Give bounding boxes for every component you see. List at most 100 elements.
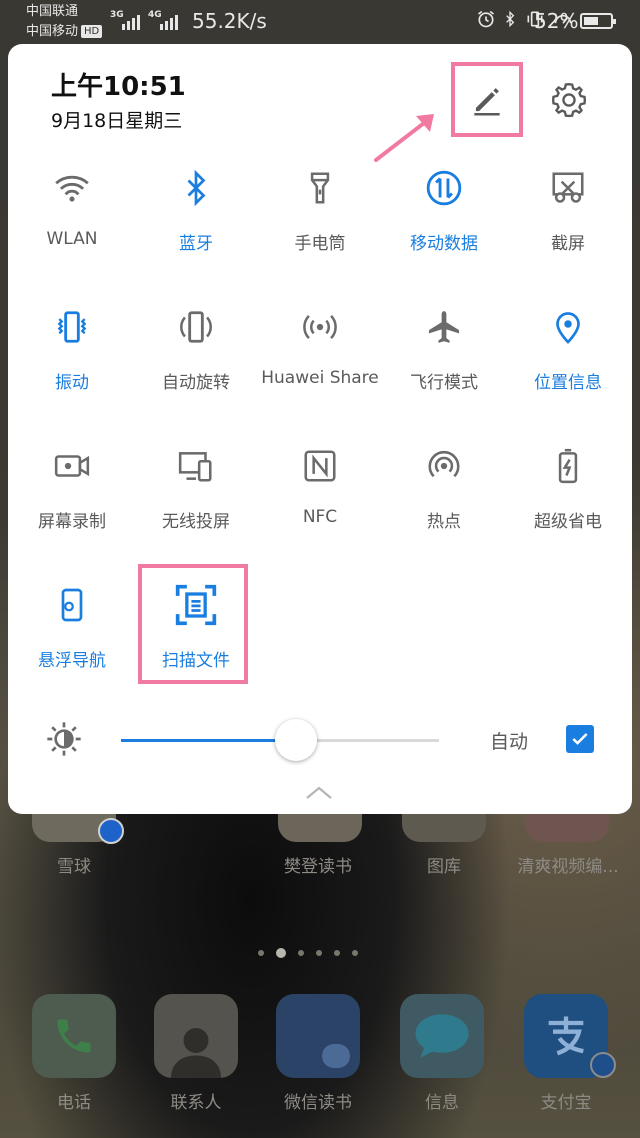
hotspot-icon	[422, 444, 466, 488]
app-label: 电话	[57, 1093, 91, 1113]
tile-label: 位置信息	[534, 373, 602, 393]
bluetooth-icon	[506, 10, 515, 28]
app-icon-partial	[278, 812, 362, 842]
tile-bluetooth[interactable]: 蓝牙	[134, 166, 258, 305]
tile-screenshot[interactable]: 截屏	[506, 166, 630, 305]
floating-nav-icon	[50, 583, 94, 627]
tile-vibrate[interactable]: 振动	[10, 305, 134, 444]
page-indicator	[258, 948, 358, 958]
bluetooth-icon	[174, 166, 218, 210]
settings-button[interactable]	[548, 79, 590, 121]
tile-auto-rotate[interactable]: 自动旋转	[134, 305, 258, 444]
huawei-share-icon	[298, 305, 342, 349]
tile-power-saving[interactable]: 超级省电	[506, 444, 630, 583]
page-dot	[316, 950, 322, 956]
checkmark-icon	[572, 733, 588, 745]
contacts-icon	[154, 994, 238, 1078]
annotation-arrow-icon	[374, 114, 434, 162]
brightness-icon	[47, 722, 81, 756]
dock-app-phone[interactable]: 电话	[14, 994, 134, 1113]
weread-icon	[276, 994, 360, 1078]
quick-settings-panel: 上午10:51 9月18日星期三 WLAN 蓝牙 手电筒 移动数据 截屏 振动 …	[8, 44, 632, 814]
clock-time: 上午10:51	[51, 72, 186, 102]
dock-app-contacts[interactable]: 联系人	[136, 994, 256, 1113]
collapse-chevron-icon[interactable]	[304, 784, 334, 802]
tile-label: 悬浮导航	[38, 651, 106, 671]
app-icon-partial	[402, 812, 486, 842]
hd-badge: HD	[81, 25, 103, 38]
tile-label: 超级省电	[534, 512, 602, 532]
dock-app-weread[interactable]: 微信读书	[258, 994, 378, 1113]
tile-label: 手电筒	[294, 234, 346, 254]
app-label: 清爽视频编...	[517, 857, 619, 877]
tile-label: 截屏	[551, 234, 585, 254]
page-dot	[334, 950, 340, 956]
tile-label: WLAN	[46, 229, 98, 249]
tile-screen-record[interactable]: 屏幕录制	[10, 444, 134, 583]
pencil-icon	[474, 87, 500, 116]
signal-icon	[160, 12, 178, 30]
clock-date: 9月18日星期三	[51, 110, 183, 132]
app-label: 樊登读书	[284, 857, 352, 877]
tile-wireless-projection[interactable]: 无线投屏	[134, 444, 258, 583]
app-xueqiu[interactable]: 雪球	[14, 852, 134, 877]
app-video-editor[interactable]: 清爽视频编...	[508, 852, 628, 877]
tile-label: NFC	[302, 507, 338, 527]
auto-rotate-icon	[174, 305, 218, 349]
tile-floating-nav[interactable]: 悬浮导航	[10, 583, 134, 722]
tile-hotspot[interactable]: 热点	[382, 444, 506, 583]
edit-tiles-button[interactable]	[451, 62, 523, 137]
tile-label: 飞行模式	[410, 373, 478, 393]
tile-mobile-data[interactable]: 移动数据	[382, 166, 506, 305]
tile-scan-document[interactable]: 扫描文件	[134, 583, 258, 722]
app-icon-partial	[525, 812, 609, 842]
verified-badge-icon	[98, 818, 124, 844]
app-label: 支付宝	[540, 1093, 592, 1113]
battery-percent: 52%	[534, 9, 579, 33]
brightness-row: 自动	[8, 714, 632, 768]
app-gallery[interactable]: 图库	[384, 852, 504, 877]
page-dot	[298, 950, 304, 956]
brightness-slider[interactable]	[121, 719, 439, 761]
tile-label: 振动	[55, 373, 89, 393]
tile-huawei-share[interactable]: Huawei Share	[258, 305, 382, 444]
carrier-2: 中国移动 HD	[26, 22, 103, 41]
tile-label: 无线投屏	[162, 512, 230, 532]
tile-location[interactable]: 位置信息	[506, 305, 630, 444]
quick-tiles-grid: WLAN 蓝牙 手电筒 移动数据 截屏 振动 自动旋转 Huawei Share…	[10, 166, 630, 722]
screenshot-icon	[546, 166, 590, 210]
tile-airplane[interactable]: 飞行模式	[382, 305, 506, 444]
page-dot	[258, 950, 264, 956]
gear-icon	[551, 82, 587, 118]
vibrate-icon	[50, 305, 94, 349]
nfc-icon	[298, 444, 342, 488]
alarm-icon	[478, 10, 494, 28]
app-label: 微信读书	[284, 1093, 352, 1113]
battery-icon	[580, 13, 616, 29]
airplane-icon	[422, 305, 466, 349]
app-label: 联系人	[170, 1093, 222, 1113]
phone-icon	[32, 994, 116, 1078]
status-bar: 中国联通 中国移动 HD 3G 4G 55.2K/s 52%	[0, 0, 640, 44]
mobile-data-icon	[422, 166, 466, 210]
auto-brightness-checkbox[interactable]	[566, 725, 594, 753]
tile-flashlight[interactable]: 手电筒	[258, 166, 382, 305]
power-saving-icon	[546, 444, 590, 488]
location-icon	[546, 305, 590, 349]
tile-label: 移动数据	[410, 234, 478, 254]
dock-app-messages[interactable]: 信息	[382, 994, 502, 1113]
tile-label: 扫描文件	[162, 651, 230, 671]
app-fandeng[interactable]: 樊登读书	[258, 852, 378, 877]
brightness-slider-thumb[interactable]	[274, 719, 317, 761]
page-dot-current	[276, 948, 286, 958]
signal-icon	[122, 12, 140, 30]
wifi-icon	[50, 166, 94, 210]
tile-nfc[interactable]: NFC	[258, 444, 382, 583]
tile-wlan[interactable]: WLAN	[10, 166, 134, 305]
tile-label: 蓝牙	[179, 234, 213, 254]
verified-badge-icon	[590, 1052, 616, 1078]
flashlight-icon	[298, 166, 342, 210]
auto-brightness-label: 自动	[490, 731, 529, 753]
wireless-projection-icon	[174, 444, 218, 488]
app-label: 图库	[427, 857, 461, 877]
